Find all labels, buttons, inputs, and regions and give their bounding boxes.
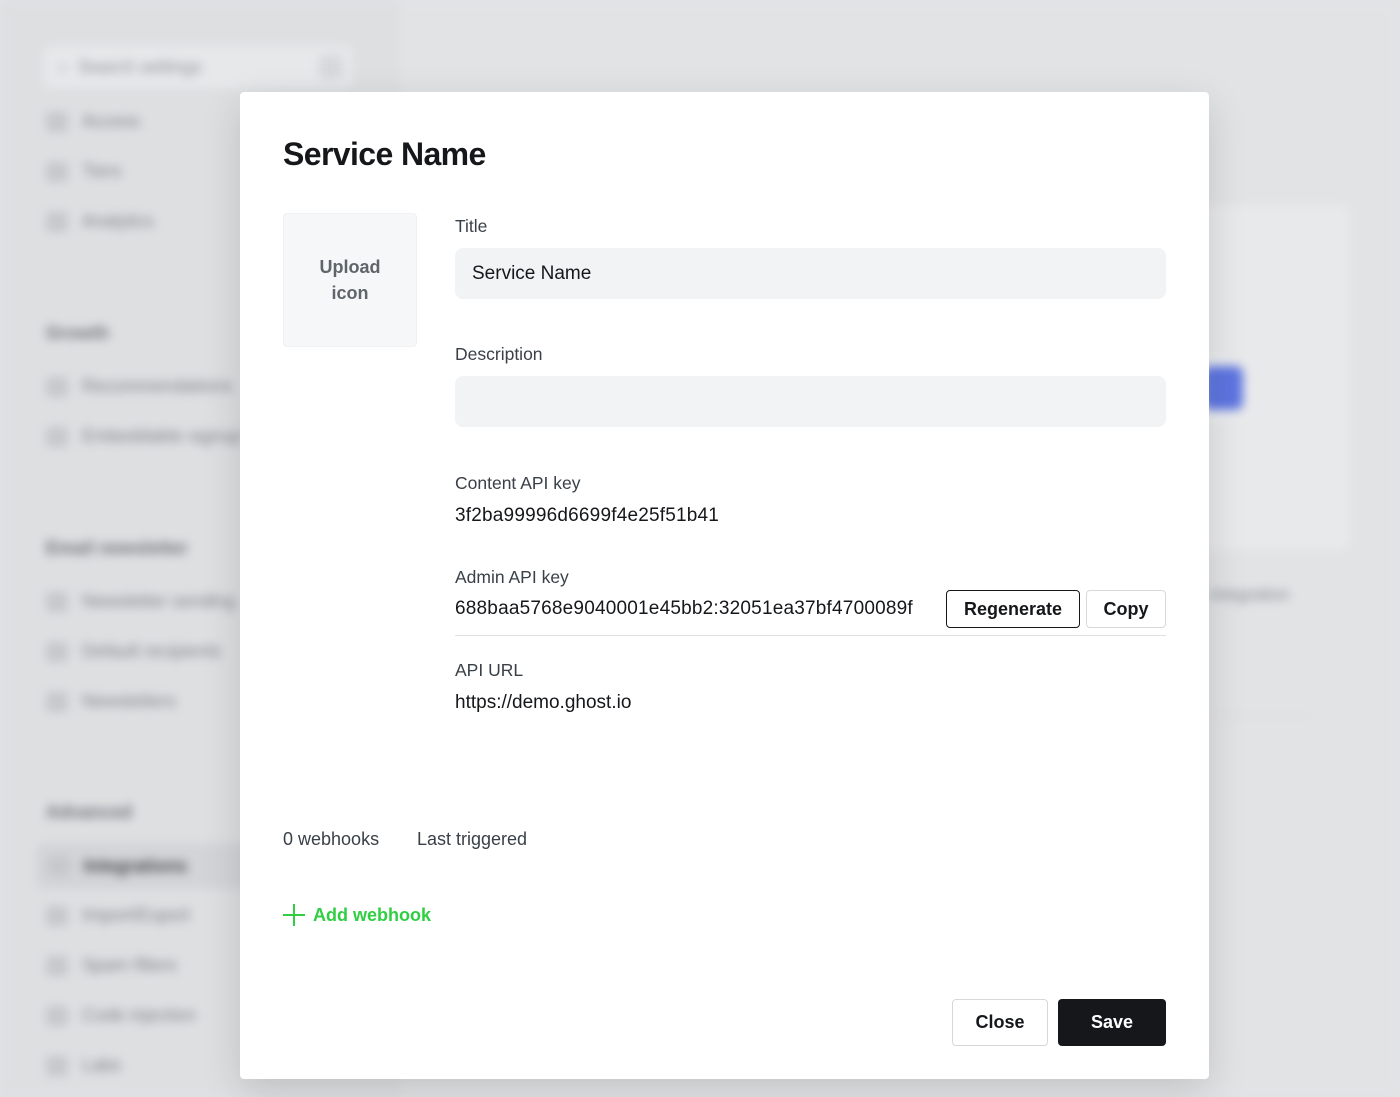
content-api-key-label: Content API key <box>455 473 581 493</box>
integration-modal: Service Name Upload icon Title Descripti… <box>240 92 1209 1079</box>
content-api-key-value: 3f2ba99996d6699f4e25f51b41 <box>455 505 720 526</box>
admin-api-key-row: 688baa5768e9040001e45bb2:32051ea37bf4700… <box>455 590 1166 636</box>
sidebar-item-label: Access <box>82 111 141 131</box>
integrations-icon <box>48 856 70 876</box>
sidebar-group-email: Email newsletter <box>46 538 189 558</box>
sidebar-item-integrations: Integrations <box>36 843 256 889</box>
modal-title: Service Name <box>283 136 486 172</box>
sidebar-item-label: Tiers <box>82 161 122 181</box>
api-url-value: https://demo.ghost.io <box>455 692 632 713</box>
search-placeholder: Search settings <box>77 56 202 77</box>
newsletter-icon <box>46 691 68 712</box>
code-icon <box>46 1005 68 1026</box>
title-label: Title <box>455 216 488 236</box>
upload-icon-button[interactable]: Upload icon <box>283 213 417 347</box>
sidebar-item-tiers: Tiers <box>46 161 121 182</box>
webhooks-count: 0 webhooks <box>283 829 380 849</box>
key-icon <box>46 111 68 132</box>
close-button[interactable]: Close <box>952 999 1048 1046</box>
sidebar-group-advanced: Advanced <box>46 802 133 822</box>
filter-icon <box>46 955 68 976</box>
users-icon <box>46 641 68 662</box>
embed-icon <box>46 426 68 447</box>
description-input[interactable] <box>455 376 1166 427</box>
add-webhook-label: Add webhook <box>313 904 431 925</box>
sidebar-item-label: Integrations <box>84 855 188 876</box>
title-input[interactable] <box>455 248 1166 299</box>
divider <box>1210 715 1310 716</box>
sidebar-item-label: Newsletter sending <box>82 591 236 611</box>
sidebar-item-newsletter-sending: Newsletter sending <box>46 591 235 612</box>
add-webhook-button[interactable]: Add webhook <box>283 904 431 926</box>
copy-button[interactable]: Copy <box>1086 590 1166 628</box>
sidebar-item-labs: Labs <box>46 1055 121 1076</box>
sidebar-item-label: Import/Export <box>82 905 191 925</box>
sidebar-item-analytics: Analytics <box>46 211 154 232</box>
integration-card-text: integration <box>1210 585 1290 604</box>
sidebar-item-label: Labs <box>82 1055 122 1075</box>
sidebar-item-recommendations: Recommendations <box>46 376 232 397</box>
sidebar-item-import-export: Import/Export <box>46 905 190 926</box>
regenerate-button[interactable]: Regenerate <box>946 590 1080 628</box>
settings-search: ○ Search settings <box>42 44 354 90</box>
labs-icon <box>46 1055 68 1076</box>
keyboard-shortcut-icon <box>319 55 343 79</box>
chart-icon <box>46 211 68 232</box>
description-label: Description <box>455 344 543 364</box>
upload-icon-label: Upload icon <box>319 257 381 303</box>
admin-api-key-label: Admin API key <box>455 567 569 587</box>
plus-icon <box>283 904 305 926</box>
sidebar-item-label: Spam filters <box>82 955 178 975</box>
sidebar-item-spam-filters: Spam filters <box>46 955 177 976</box>
sidebar-item-label: Analytics <box>82 211 155 231</box>
admin-api-key-value: 688baa5768e9040001e45bb2:32051ea37bf4700… <box>455 598 913 619</box>
sidebar-item-code-injection: Code injection <box>46 1005 196 1026</box>
search-icon: ○ <box>57 56 68 77</box>
sidebar-item-default-recipients: Default recipients <box>46 641 221 662</box>
heart-icon <box>46 376 68 397</box>
mail-icon <box>46 591 68 612</box>
sidebar-item-label: Code injection <box>82 1005 197 1025</box>
last-triggered-header: Last triggered <box>417 829 528 849</box>
sidebar-item-label: Newsletters <box>82 691 177 711</box>
tiers-icon <box>46 161 68 182</box>
save-button[interactable]: Save <box>1058 999 1166 1046</box>
sidebar-item-newsletters: Newsletters <box>46 691 176 712</box>
sidebar-item-label: Default recipients <box>82 641 222 661</box>
import-icon <box>46 905 68 926</box>
sidebar-item-label: Recommendations <box>82 376 233 396</box>
api-url-label: API URL <box>455 660 524 680</box>
sidebar-item-access: Access <box>46 111 140 132</box>
sidebar-group-growth: Growth <box>46 323 109 343</box>
